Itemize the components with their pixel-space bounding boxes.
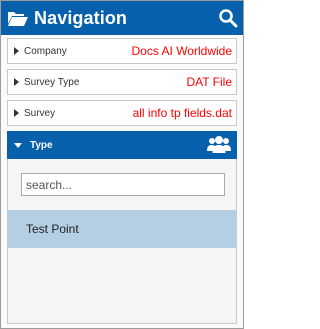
caret-right-icon bbox=[14, 109, 19, 117]
list-item-label: Test Point bbox=[26, 222, 79, 236]
survey-value: all info tp fields.dat bbox=[132, 106, 232, 120]
caret-right-icon bbox=[14, 47, 19, 55]
navigation-header: Navigation bbox=[1, 1, 243, 35]
company-label: Company bbox=[24, 45, 67, 57]
survey-type-label: Survey Type bbox=[24, 76, 80, 88]
survey-type-value: DAT File bbox=[186, 75, 232, 89]
company-value: Docs AI Worldwide bbox=[131, 44, 232, 58]
search-icon[interactable] bbox=[218, 8, 238, 28]
type-search-input[interactable] bbox=[21, 173, 225, 196]
users-icon[interactable] bbox=[207, 135, 231, 155]
survey-label: Survey bbox=[24, 107, 56, 119]
caret-down-icon bbox=[14, 142, 22, 148]
type-list-item-test-point[interactable]: Test Point bbox=[8, 210, 236, 248]
company-selector[interactable]: Company Docs AI Worldwide bbox=[7, 38, 237, 64]
type-section-header[interactable]: Type bbox=[7, 131, 237, 159]
folder-open-icon bbox=[8, 12, 28, 26]
type-section: Type Test Point bbox=[7, 131, 237, 324]
navigation-title: Navigation bbox=[34, 7, 128, 28]
caret-right-icon bbox=[14, 78, 19, 86]
survey-selector[interactable]: Survey all info tp fields.dat bbox=[7, 100, 237, 126]
type-label: Type bbox=[30, 139, 53, 151]
survey-type-selector[interactable]: Survey Type DAT File bbox=[7, 69, 237, 95]
navigation-panel: Navigation Company Docs AI Worldwide Sur… bbox=[0, 0, 244, 329]
